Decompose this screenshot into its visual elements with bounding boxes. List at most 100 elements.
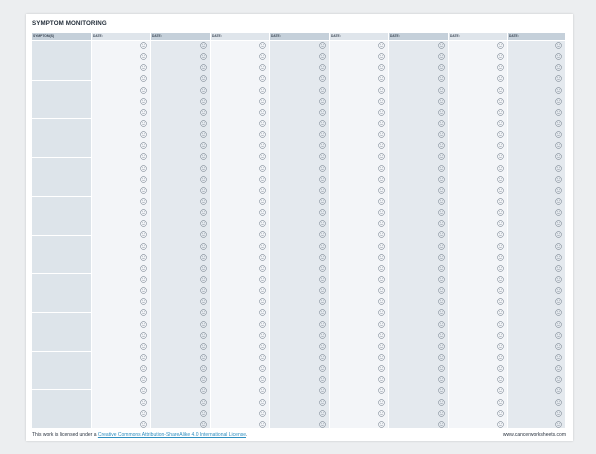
smiley-face-icon[interactable] xyxy=(319,276,326,283)
smiley-face-icon[interactable] xyxy=(319,97,326,105)
smiley-face-icon[interactable] xyxy=(319,320,326,328)
smiley-face-icon[interactable] xyxy=(259,42,266,49)
smiley-face-icon[interactable] xyxy=(140,86,147,94)
smiley-face-icon[interactable] xyxy=(438,198,445,205)
smiley-face-icon[interactable] xyxy=(555,276,562,283)
smiley-face-icon[interactable] xyxy=(378,253,385,261)
smiley-face-icon[interactable] xyxy=(555,75,562,83)
smiley-face-icon[interactable] xyxy=(259,64,266,72)
smiley-face-icon[interactable] xyxy=(497,153,504,161)
smiley-face-icon[interactable] xyxy=(140,253,147,261)
smiley-face-icon[interactable] xyxy=(497,231,504,239)
license-link[interactable]: Creative Commons Attribution-ShareAlike … xyxy=(98,432,246,438)
smiley-face-icon[interactable] xyxy=(319,298,326,305)
smiley-face-icon[interactable] xyxy=(378,421,385,428)
smiley-face-icon[interactable] xyxy=(378,153,385,161)
smiley-face-icon[interactable] xyxy=(259,376,266,383)
smiley-face-icon[interactable] xyxy=(438,398,445,406)
smiley-face-icon[interactable] xyxy=(140,120,147,127)
smiley-face-icon[interactable] xyxy=(497,142,504,149)
smiley-face-icon[interactable] xyxy=(140,97,147,105)
smiley-face-icon[interactable] xyxy=(378,209,385,216)
smiley-face-icon[interactable] xyxy=(378,231,385,239)
smiley-face-icon[interactable] xyxy=(438,354,445,361)
smiley-face-icon[interactable] xyxy=(497,109,504,116)
smiley-face-icon[interactable] xyxy=(555,131,562,138)
smiley-face-icon[interactable] xyxy=(259,343,266,350)
smiley-face-icon[interactable] xyxy=(140,131,147,138)
smiley-face-icon[interactable] xyxy=(378,220,385,227)
smiley-face-icon[interactable] xyxy=(555,331,562,339)
smiley-face-icon[interactable] xyxy=(497,276,504,283)
smiley-face-icon[interactable] xyxy=(259,387,266,395)
smiley-face-icon[interactable] xyxy=(438,220,445,227)
smiley-face-icon[interactable] xyxy=(259,265,266,272)
smiley-face-icon[interactable] xyxy=(555,64,562,72)
smiley-face-icon[interactable] xyxy=(438,409,445,417)
smiley-face-icon[interactable] xyxy=(140,109,147,116)
smiley-face-icon[interactable] xyxy=(200,97,207,105)
smiley-face-icon[interactable] xyxy=(438,164,445,172)
smiley-face-icon[interactable] xyxy=(378,53,385,60)
smiley-face-icon[interactable] xyxy=(259,421,266,428)
smiley-face-icon[interactable] xyxy=(378,320,385,328)
smiley-face-icon[interactable] xyxy=(378,109,385,116)
smiley-face-icon[interactable] xyxy=(378,298,385,305)
smiley-face-icon[interactable] xyxy=(200,287,207,294)
smiley-face-icon[interactable] xyxy=(497,343,504,350)
smiley-face-icon[interactable] xyxy=(438,242,445,250)
smiley-face-icon[interactable] xyxy=(497,376,504,383)
smiley-face-icon[interactable] xyxy=(140,242,147,250)
smiley-face-icon[interactable] xyxy=(140,387,147,395)
smiley-face-icon[interactable] xyxy=(319,142,326,149)
smiley-face-icon[interactable] xyxy=(259,287,266,294)
smiley-face-icon[interactable] xyxy=(319,131,326,138)
date-column-1[interactable] xyxy=(92,41,151,428)
smiley-face-icon[interactable] xyxy=(438,421,445,428)
smiley-face-icon[interactable] xyxy=(497,164,504,172)
smiley-face-icon[interactable] xyxy=(140,265,147,272)
smiley-face-icon[interactable] xyxy=(497,187,504,194)
smiley-face-icon[interactable] xyxy=(438,187,445,194)
smiley-face-icon[interactable] xyxy=(438,365,445,372)
smiley-face-icon[interactable] xyxy=(319,187,326,194)
smiley-face-icon[interactable] xyxy=(319,376,326,383)
smiley-face-icon[interactable] xyxy=(555,86,562,94)
smiley-face-icon[interactable] xyxy=(200,42,207,49)
smiley-face-icon[interactable] xyxy=(438,343,445,350)
smiley-face-icon[interactable] xyxy=(140,142,147,149)
smiley-face-icon[interactable] xyxy=(438,309,445,317)
smiley-face-icon[interactable] xyxy=(319,120,326,127)
smiley-face-icon[interactable] xyxy=(259,320,266,328)
smiley-face-icon[interactable] xyxy=(319,387,326,395)
smiley-face-icon[interactable] xyxy=(555,320,562,328)
smiley-face-icon[interactable] xyxy=(438,387,445,395)
smiley-face-icon[interactable] xyxy=(378,198,385,205)
smiley-face-icon[interactable] xyxy=(259,365,266,372)
smiley-face-icon[interactable] xyxy=(200,175,207,183)
smiley-face-icon[interactable] xyxy=(378,343,385,350)
smiley-face-icon[interactable] xyxy=(378,86,385,94)
smiley-face-icon[interactable] xyxy=(378,331,385,339)
smiley-face-icon[interactable] xyxy=(497,175,504,183)
smiley-face-icon[interactable] xyxy=(378,164,385,172)
smiley-face-icon[interactable] xyxy=(555,175,562,183)
smiley-face-icon[interactable] xyxy=(555,421,562,428)
smiley-face-icon[interactable] xyxy=(378,120,385,127)
smiley-face-icon[interactable] xyxy=(378,131,385,138)
smiley-face-icon[interactable] xyxy=(200,209,207,216)
smiley-face-icon[interactable] xyxy=(378,265,385,272)
smiley-face-icon[interactable] xyxy=(140,220,147,227)
smiley-face-icon[interactable] xyxy=(200,309,207,317)
smiley-face-icon[interactable] xyxy=(319,198,326,205)
smiley-face-icon[interactable] xyxy=(438,142,445,149)
smiley-face-icon[interactable] xyxy=(319,164,326,172)
date-column-8[interactable] xyxy=(508,41,566,428)
smiley-face-icon[interactable] xyxy=(259,75,266,83)
smiley-face-icon[interactable] xyxy=(497,75,504,83)
smiley-face-icon[interactable] xyxy=(438,64,445,72)
smiley-face-icon[interactable] xyxy=(200,120,207,127)
smiley-face-icon[interactable] xyxy=(438,287,445,294)
smiley-face-icon[interactable] xyxy=(497,409,504,417)
smiley-face-icon[interactable] xyxy=(555,142,562,149)
